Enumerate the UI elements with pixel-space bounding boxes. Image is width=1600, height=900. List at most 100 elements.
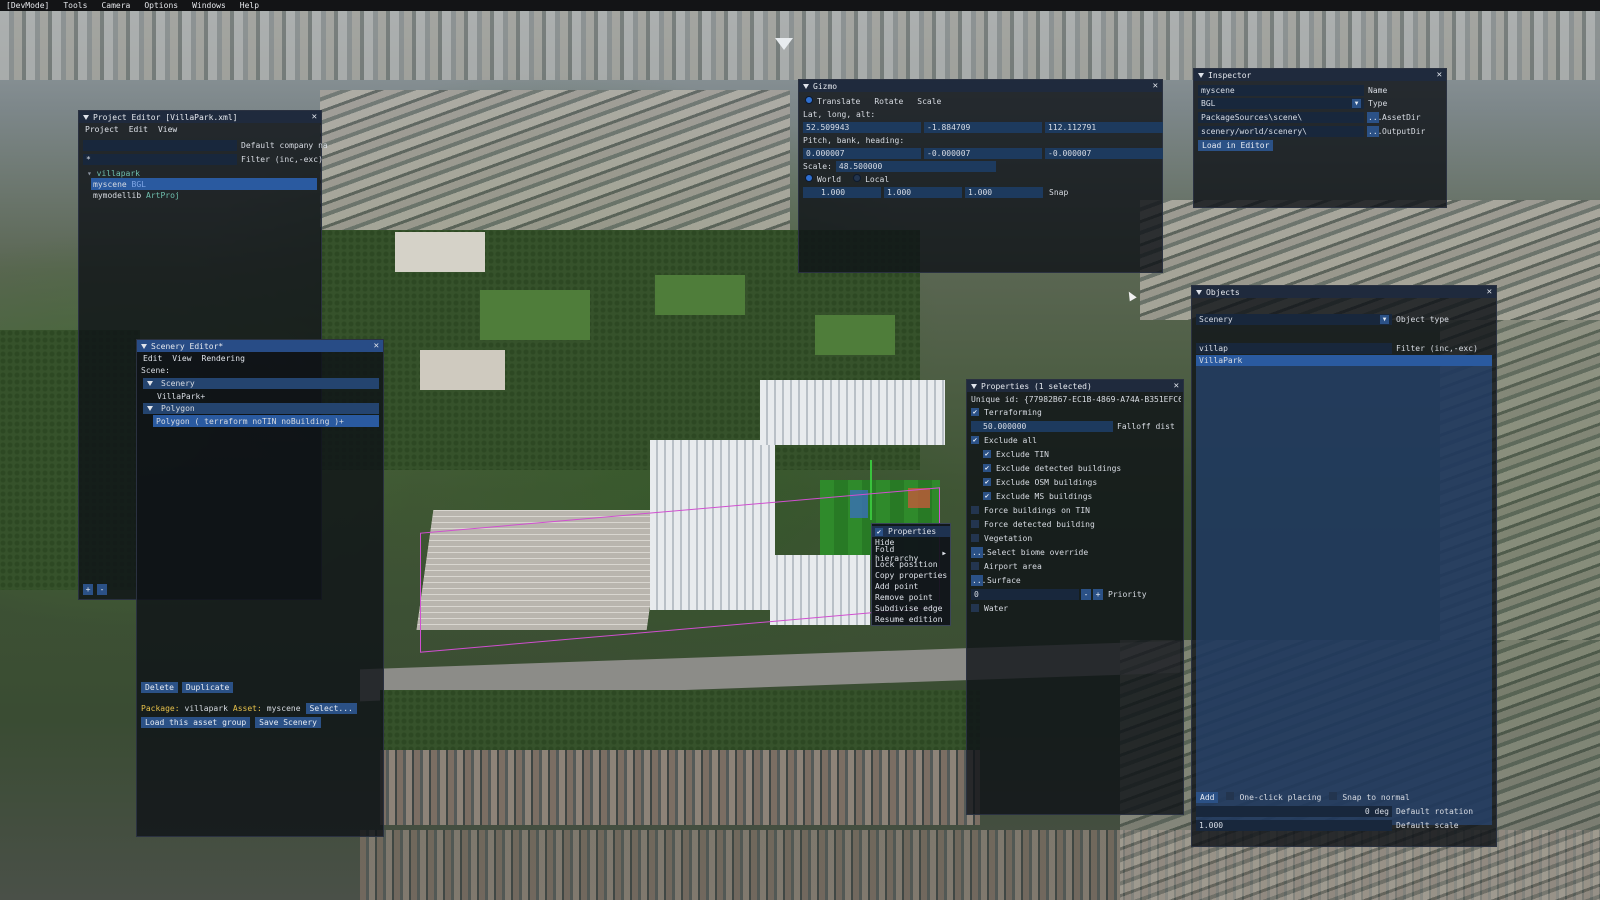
scenery-item-polygon[interactable]: Polygon ( terraform noTIN noBuilding )+ xyxy=(153,415,379,427)
menu-edit[interactable]: Edit xyxy=(129,125,148,134)
close-icon[interactable]: ✕ xyxy=(1487,287,1492,297)
gizmo-titlebar[interactable]: Gizmo ✕ xyxy=(799,80,1162,92)
ctx-copy-properties[interactable]: Copy properties xyxy=(872,570,950,581)
rotate-radio[interactable]: Rotate xyxy=(874,97,903,106)
chevron-down-icon[interactable]: ▼ xyxy=(1352,98,1361,108)
object-filter-input[interactable]: villap xyxy=(1196,342,1392,354)
gizmo-scale-input[interactable]: 48.500000 xyxy=(835,160,996,172)
menu-view[interactable]: View xyxy=(158,125,177,134)
default-scale-input[interactable]: 1.000 xyxy=(1196,819,1392,831)
exclude-tin-checkbox[interactable]: ✔ Exclude TIN xyxy=(983,448,1049,460)
ctx-remove-point[interactable]: Remove point xyxy=(872,592,950,603)
inspector-titlebar[interactable]: Inspector ✕ xyxy=(1194,69,1446,81)
world-radio[interactable]: World xyxy=(805,174,841,184)
water-checkbox[interactable]: Water xyxy=(971,602,1008,614)
menu-options[interactable]: Options xyxy=(144,1,178,10)
snap-normal-checkbox[interactable]: Snap to normal xyxy=(1329,792,1410,802)
altitude-input[interactable]: 112.112791 xyxy=(1045,121,1163,133)
force-tin-checkbox[interactable]: Force buildings on TIN xyxy=(971,504,1090,516)
save-scenery-button[interactable]: Save Scenery xyxy=(255,716,321,728)
menu-view[interactable]: View xyxy=(172,354,191,363)
ctx-subdivise-edge[interactable]: Subdivise edge xyxy=(872,603,950,614)
close-icon[interactable]: ✕ xyxy=(312,112,317,122)
object-type-select[interactable]: Scenery ▼ xyxy=(1196,313,1392,325)
ctx-add-point[interactable]: Add point xyxy=(872,581,950,592)
airport-area-checkbox[interactable]: Airport area xyxy=(971,560,1042,572)
project-item-mymodellib[interactable]: mymodellib ArtProj xyxy=(91,189,180,201)
local-radio[interactable]: Local xyxy=(853,174,889,184)
scenery-group[interactable]: Scenery xyxy=(143,378,379,389)
scenery-editor-titlebar[interactable]: Scenery Editor* ✕ xyxy=(137,340,383,352)
menu-devmode[interactable]: [DevMode] xyxy=(6,1,49,10)
collapse-icon[interactable] xyxy=(83,114,89,120)
force-detected-checkbox[interactable]: Force detected building xyxy=(971,518,1095,530)
menu-tools[interactable]: Tools xyxy=(63,1,87,10)
inspector-type-select[interactable]: BGL ▼ xyxy=(1198,97,1364,109)
exclude-all-checkbox[interactable]: ✔ Exclude all xyxy=(971,434,1037,446)
priority-input[interactable]: 0 xyxy=(971,588,1079,600)
assetdir-input[interactable]: PackageSources\scene\ xyxy=(1198,111,1364,123)
biome-browse-button[interactable]: ... xyxy=(971,546,986,558)
latitude-input[interactable]: 52.509943 xyxy=(803,121,921,133)
properties-titlebar[interactable]: Properties (1 selected) ✕ xyxy=(967,380,1183,392)
ctx-fold-hierarchy[interactable]: Fold hierarchy ▶ xyxy=(872,545,950,563)
one-click-checkbox[interactable]: One-click placing xyxy=(1226,792,1321,802)
terraforming-checkbox[interactable]: ✔ Terraforming xyxy=(971,406,1042,418)
inspector-name-input[interactable]: myscene xyxy=(1198,84,1364,96)
snap-x-input[interactable]: 1.000 xyxy=(803,186,881,198)
menu-project[interactable]: Project xyxy=(85,125,119,134)
close-icon[interactable]: ✕ xyxy=(1437,70,1442,80)
polygon-group[interactable]: Polygon xyxy=(143,403,379,414)
collapse-icon[interactable] xyxy=(1198,72,1204,78)
vegetation-checkbox[interactable]: Vegetation xyxy=(971,532,1032,544)
browse-outputdir-button[interactable]: ... xyxy=(1367,125,1382,137)
add-button[interactable]: + xyxy=(83,583,93,595)
company-input[interactable] xyxy=(83,139,237,151)
ctx-properties[interactable]: ✔ Properties xyxy=(872,526,950,537)
menu-camera[interactable]: Camera xyxy=(101,1,130,10)
close-icon[interactable]: ✕ xyxy=(1153,81,1158,91)
collapse-icon[interactable] xyxy=(141,343,147,349)
collapse-icon[interactable] xyxy=(1196,289,1202,295)
close-icon[interactable]: ✕ xyxy=(374,341,379,351)
chevron-down-icon[interactable]: ▼ xyxy=(1380,314,1389,324)
translate-radio[interactable]: Translate xyxy=(805,96,860,106)
exclude-osm-checkbox[interactable]: ✔ Exclude OSM buildings xyxy=(983,476,1097,488)
outputdir-input[interactable]: scenery/world/scenery\ xyxy=(1198,125,1364,137)
scale-radio[interactable]: Scale xyxy=(917,97,941,106)
snap-z-input[interactable]: 1.000 xyxy=(965,186,1043,198)
scenery-item-villapark[interactable]: VillaPark+ xyxy=(157,390,205,402)
load-in-editor-button[interactable]: Load in Editor xyxy=(1198,139,1274,151)
object-item-villapark[interactable]: VillaPark xyxy=(1196,355,1492,366)
longitude-input[interactable]: -1.884709 xyxy=(924,121,1042,133)
default-rotation-input[interactable]: 0 deg xyxy=(1196,805,1392,817)
priority-decrease-button[interactable]: - xyxy=(1081,588,1091,600)
project-editor-titlebar[interactable]: Project Editor [VillaPark.xml] ✕ xyxy=(79,111,321,123)
objects-titlebar[interactable]: Objects ✕ xyxy=(1192,286,1496,298)
ctx-resume-edition[interactable]: Resume edition xyxy=(872,614,950,625)
bank-input[interactable]: -0.000007 xyxy=(924,147,1042,159)
add-object-button[interactable]: Add xyxy=(1196,791,1219,803)
collapse-icon[interactable] xyxy=(971,383,977,389)
delete-button[interactable]: Delete xyxy=(141,681,178,693)
exclude-detected-checkbox[interactable]: ✔ Exclude detected buildings xyxy=(983,462,1121,474)
duplicate-button[interactable]: Duplicate xyxy=(181,681,234,693)
project-filter-input[interactable]: * xyxy=(83,153,237,165)
menu-windows[interactable]: Windows xyxy=(192,1,226,10)
snap-y-input[interactable]: 1.000 xyxy=(884,186,962,198)
priority-increase-button[interactable]: + xyxy=(1093,588,1103,600)
menu-rendering[interactable]: Rendering xyxy=(202,354,245,363)
load-asset-group-button[interactable]: Load this asset group xyxy=(141,716,251,728)
select-asset-button[interactable]: Select... xyxy=(305,702,357,714)
menu-edit[interactable]: Edit xyxy=(143,354,162,363)
pitch-input[interactable]: 0.000007 xyxy=(803,147,921,159)
close-icon[interactable]: ✕ xyxy=(1174,381,1179,391)
objects-list[interactable]: VillaPark xyxy=(1196,355,1492,825)
remove-button[interactable]: - xyxy=(97,583,107,595)
heading-input[interactable]: -0.000007 xyxy=(1045,147,1163,159)
exclude-ms-checkbox[interactable]: ✔ Exclude MS buildings xyxy=(983,490,1092,502)
menu-help[interactable]: Help xyxy=(240,1,259,10)
browse-assetdir-button[interactable]: ... xyxy=(1367,111,1382,123)
collapse-icon[interactable] xyxy=(803,83,809,89)
falloff-input[interactable]: 50.000000 xyxy=(971,420,1113,432)
